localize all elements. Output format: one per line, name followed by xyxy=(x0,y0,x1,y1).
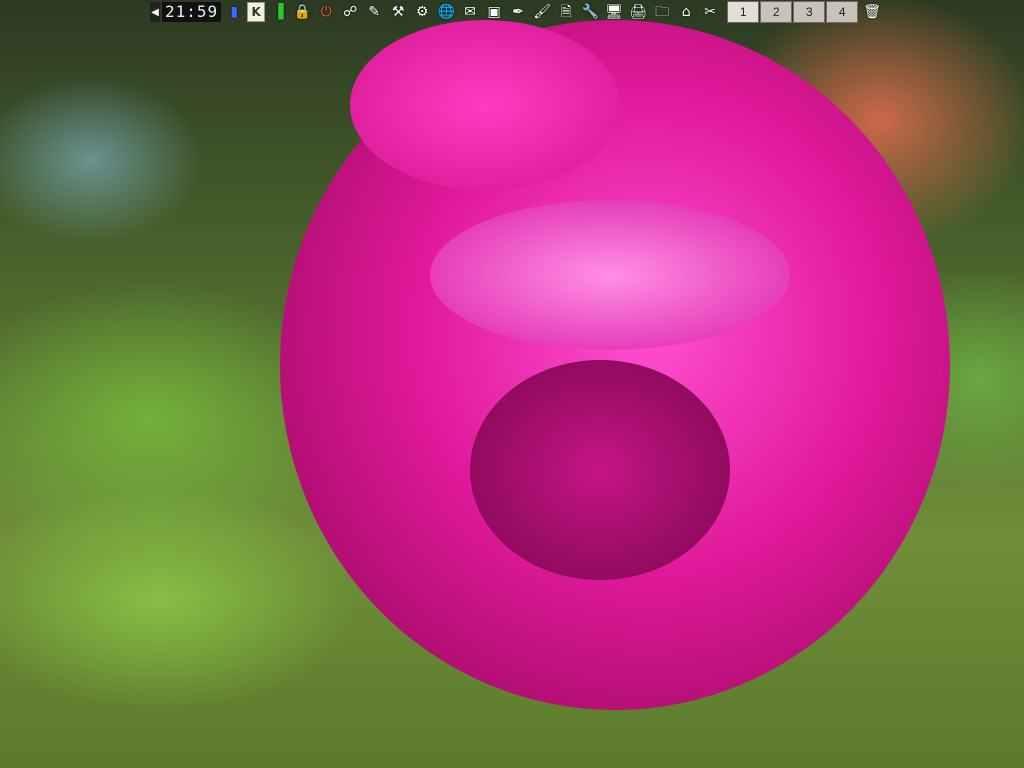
volume-bar-icon[interactable]: ▐ xyxy=(267,1,289,23)
mail-icon[interactable]: ✉ xyxy=(459,1,481,23)
workspace-2-button[interactable]: 2 xyxy=(760,1,793,23)
wrench-icon[interactable]: ⚒ xyxy=(387,1,409,23)
document-icon[interactable]: 🗎 xyxy=(555,1,577,23)
rose-petal-inner xyxy=(470,360,730,580)
workspace-4-button[interactable]: 4 xyxy=(826,1,859,23)
network-icon[interactable]: ☍ xyxy=(339,1,361,23)
power-icon[interactable]: ⏻ xyxy=(315,1,337,23)
screen-icon[interactable]: ▣ xyxy=(483,1,505,23)
gear-icon[interactable]: ⚙ xyxy=(411,1,433,23)
workspace-pager: 1 2 3 4 xyxy=(727,1,859,23)
workspace-1-button[interactable]: 1 xyxy=(727,1,760,23)
brush-icon[interactable]: 🖌 xyxy=(531,1,553,23)
battery-icon[interactable]: ▮ xyxy=(223,1,245,23)
pen-icon[interactable]: ✒ xyxy=(507,1,529,23)
folder-icon[interactable]: 🗀 xyxy=(651,1,673,23)
clock: 21:59 xyxy=(162,2,222,22)
rose-petal-top xyxy=(350,20,620,190)
trash-icon[interactable]: 🗑 xyxy=(861,1,883,23)
desktop-wallpaper xyxy=(0,0,1024,768)
lock-icon[interactable]: 🔒 xyxy=(291,1,313,23)
k-launcher-icon[interactable]: K xyxy=(247,2,266,22)
settings-icon[interactable]: ✂ xyxy=(699,1,721,23)
home-icon[interactable]: ⌂ xyxy=(675,1,697,23)
workspace-3-button[interactable]: 3 xyxy=(793,1,826,23)
taskbar: ◀ 21:59 ▮ K ▐ 🔒 ⏻ ☍ ✎ ⚒ ⚙ 🌐 ✉ ▣ ✒ 🖌 🗎 🔧 … xyxy=(150,0,883,24)
globe-icon[interactable]: 🌐 xyxy=(435,1,457,23)
tools-icon[interactable]: ✎ xyxy=(363,1,385,23)
printer-icon[interactable]: 🖨 xyxy=(627,1,649,23)
rose-petal-center xyxy=(430,200,790,350)
arrow-left-icon[interactable]: ◀ xyxy=(150,2,160,22)
monitor-icon[interactable]: 🖥 xyxy=(603,1,625,23)
wrench2-icon[interactable]: 🔧 xyxy=(579,1,601,23)
